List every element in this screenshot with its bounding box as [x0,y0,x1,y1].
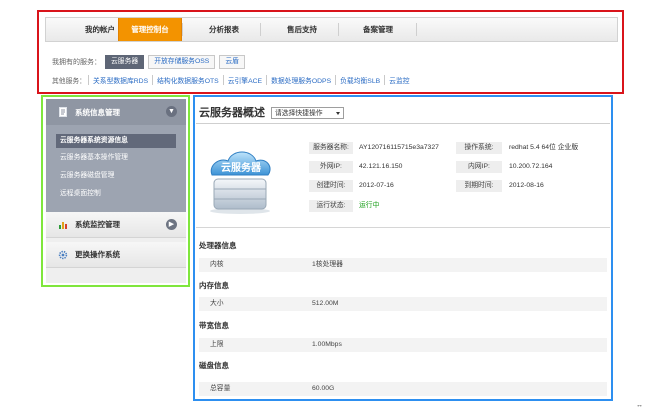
chevron-down-icon [336,112,340,115]
sidebar-group-label: 系统监控管理 [75,220,120,229]
spec-value: 512.00M [312,300,339,307]
sidebar-submenu: 云服务器系统资源信息 云服务器基本操作管理 云服务器磁盘管理 远程桌面控制 [46,125,186,212]
quick-action-select-value: 请选择快捷操作 [275,110,323,117]
spec-label: 总容量 [210,385,231,392]
sidebar-group-label: 更换操作系统 [75,250,120,259]
service-tab-shield[interactable]: 云盾 [219,55,245,69]
field-server-name-value: AY120716115715e3a7327 [359,144,439,151]
sidebar: 系统信息管理 ▼ 云服务器系统资源信息 云服务器基本操作管理 云服务器磁盘管理 … [46,99,186,283]
field-created-label: 创建时间: [309,180,353,192]
service-tab-oss[interactable]: 开放存储服务OSS [148,55,216,69]
spec-row-bandwidth: 上限 1.00Mbps [199,338,607,352]
bar-chart-icon [58,220,68,230]
info-divider [196,227,610,228]
chevron-down-icon[interactable]: ▼ [166,106,177,117]
nav-divider [182,23,183,36]
link-monitor[interactable]: 云监控 [384,75,413,85]
spec-label: 内核 [210,261,224,268]
field-status-label: 运行状态: [309,200,353,212]
page-title: 云服务器概述 [199,107,265,119]
section-title-memory: 内存信息 [199,281,229,290]
field-os-value: redhat 5.4 64位 企业版 [509,144,579,151]
section-title-disk: 磁盘信息 [199,361,229,370]
spec-value: 1核处理器 [312,261,343,268]
sidebar-group-monitoring[interactable]: 系统监控管理 ▶ [46,212,186,238]
field-expiry-value: 2012-08-16 [509,182,544,189]
service-tab-ecs[interactable]: 云服务器 [105,55,145,69]
spec-row-cpu: 内核 1核处理器 [199,258,607,272]
field-os-label: 操作系统: [456,142,502,154]
spec-label: 大小 [210,300,224,307]
sidebar-item-resource-info[interactable]: 云服务器系统资源信息 [56,134,176,148]
top-navigation-bar: 我的帐户 管理控制台 分析报表 售后支持 备案管理 [45,17,618,42]
spec-value: 1.00Mbps [312,341,342,348]
document-icon [58,107,68,117]
field-private-ip-label: 内网IP: [456,161,502,173]
nav-divider [260,23,261,36]
field-created-value: 2012-07-16 [359,182,394,189]
spec-label: 上限 [210,341,224,348]
status-badge: 运行中 [359,202,380,209]
section-title-bandwidth: 带宽信息 [199,321,229,330]
nav-support[interactable]: 售后支持 [270,18,334,41]
quick-action-select[interactable]: 请选择快捷操作 [271,107,344,119]
sidebar-item-basic-ops[interactable]: 云服务器基本操作管理 [60,151,128,165]
field-expiry-label: 到期时间: [456,180,502,192]
chevron-right-icon[interactable]: ▶ [166,219,177,230]
spec-row-memory: 大小 512.00M [199,297,607,311]
field-public-ip-label: 外网IP: [309,161,353,173]
link-rds[interactable]: 关系型数据库RDS [87,75,152,85]
sidebar-group-change-os[interactable]: 更换操作系统 [46,242,186,268]
field-private-ip-value: 10.200.72.164 [509,163,553,170]
sidebar-item-remote-desktop[interactable]: 远程桌面控制 [60,187,101,201]
spec-value: 60.00G [312,385,335,392]
nav-filing[interactable]: 备案管理 [346,18,410,41]
other-services-label: 其他服务： [52,78,86,85]
nav-reports[interactable]: 分析报表 [192,18,256,41]
nav-console[interactable]: 管理控制台 [118,18,182,41]
owned-services-label: 我拥有的服务： [52,59,101,66]
field-public-ip-value: 42.121.16.150 [359,163,403,170]
nav-divider [416,23,417,36]
cloud-server-logo-text: 云服务器 [221,163,261,174]
sidebar-item-disk[interactable]: 云服务器磁盘管理 [60,169,114,183]
link-ots[interactable]: 结构化数据服务OTS [152,75,223,85]
section-title-cpu: 处理器信息 [199,241,237,250]
resize-cursor-icon: ↔ [636,402,643,409]
field-server-name-label: 服务器名称: [309,142,353,154]
link-odps[interactable]: 数据处理服务ODPS [266,75,335,85]
sidebar-group-label: 系统信息管理 [75,107,120,117]
gear-icon [58,250,68,260]
other-services-row: 其他服务： 关系型数据库RDS 结构化数据服务OTS 云引擎ACE 数据处理服务… [52,75,414,85]
spec-row-disk: 总容量 60.00G [199,382,607,396]
owned-services-row: 我拥有的服务： 云服务器 开放存储服务OSS 云盾 [52,55,245,69]
title-divider [196,123,610,124]
link-ace[interactable]: 云引擎ACE [222,75,266,85]
link-slb[interactable]: 负载均衡SLB [335,75,384,85]
cloud-server-logo: 云服务器 [200,141,280,216]
nav-divider [338,23,339,36]
sidebar-group-system-info[interactable]: 系统信息管理 ▼ [46,99,186,125]
